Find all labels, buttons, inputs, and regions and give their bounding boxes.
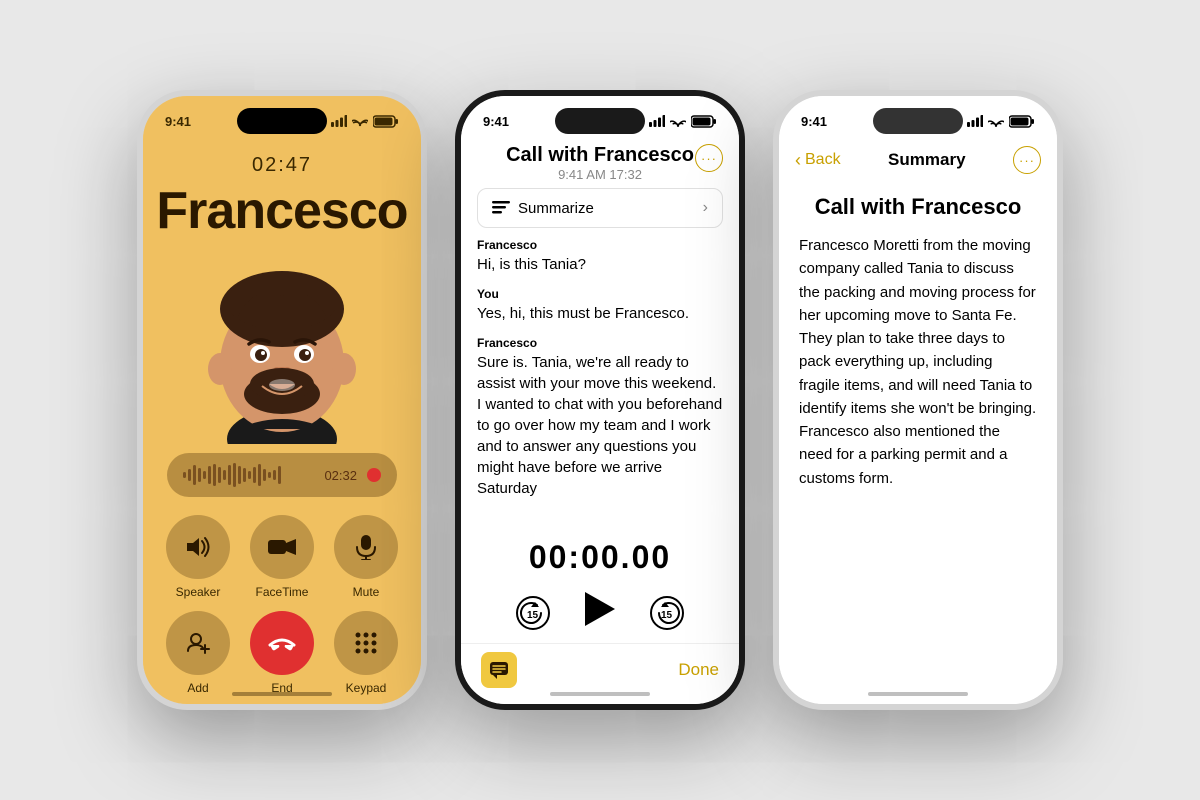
mute-label: Mute [353, 585, 380, 599]
summarize-label: Summarize [492, 200, 594, 217]
rewind-button[interactable]: 15 [513, 593, 553, 633]
call-timer: 02:47 [252, 154, 312, 177]
controls-row-1: Speaker FaceTime [166, 515, 398, 599]
memoji-svg [197, 254, 367, 444]
facetime-icon [250, 515, 314, 579]
status-time-2: 9:41 [483, 114, 509, 129]
speaker-text-2: Sure is. Tania, we're all ready to assis… [477, 352, 723, 499]
transcript-icon-button[interactable] [481, 652, 517, 688]
add-button[interactable]: Add [166, 611, 230, 695]
svg-text:15: 15 [527, 610, 539, 621]
summarize-bar[interactable]: Summarize › [477, 188, 723, 228]
add-label: Add [187, 681, 208, 695]
waveform-bar: 02:32 [167, 453, 397, 497]
transcript-title: Call with Francesco [506, 144, 694, 167]
status-icons-1 [331, 115, 399, 128]
keypad-label: Keypad [346, 681, 387, 695]
battery-icon-1 [373, 115, 399, 128]
dynamic-island-1 [237, 108, 327, 134]
playback-timer: 00:00.00 [529, 539, 671, 576]
phone-1: 9:41 [137, 90, 427, 710]
phone-3: 9:41 [773, 90, 1063, 710]
phone2-content: 9:41 [461, 96, 739, 704]
playback-area: 00:00.00 15 [461, 523, 739, 643]
speaker-text-0: Hi, is this Tania? [477, 254, 723, 275]
rec-dot [367, 468, 381, 482]
battery-icon-3 [1009, 115, 1035, 128]
phone3-content: 9:41 [779, 96, 1057, 704]
speaker-button[interactable]: Speaker [166, 515, 230, 599]
done-button[interactable]: Done [678, 660, 719, 680]
speaker-icon [166, 515, 230, 579]
back-button[interactable]: ‹ Back [795, 150, 841, 171]
controls-row-2: Add End [166, 611, 398, 695]
playback-controls: 15 15 [513, 590, 687, 635]
status-time-3: 9:41 [801, 114, 827, 129]
summarize-arrow: › [703, 199, 708, 217]
end-call-icon [250, 611, 314, 675]
rec-time: 02:32 [324, 468, 357, 483]
forward-button[interactable]: 15 [647, 593, 687, 633]
phone1-content: 9:41 [143, 96, 421, 704]
svg-text:15: 15 [661, 610, 673, 621]
dynamic-island-2 [555, 108, 645, 134]
mute-button[interactable]: Mute [334, 515, 398, 599]
back-label: Back [805, 151, 841, 169]
summary-nav-title: Summary [888, 150, 965, 170]
keypad-button[interactable]: Keypad [334, 611, 398, 695]
transcript-block-1: You Yes, hi, this must be Francesco. [477, 287, 723, 324]
keypad-icon [334, 611, 398, 675]
transcript-block-0: Francesco Hi, is this Tania? [477, 238, 723, 275]
status-time-1: 9:41 [165, 114, 191, 129]
speaker-name-0: Francesco [477, 238, 723, 252]
end-call-button[interactable]: End [250, 611, 314, 695]
wifi-icon-3 [988, 115, 1004, 127]
home-indicator-2 [550, 692, 650, 696]
status-icons-2 [649, 115, 717, 128]
mute-icon [334, 515, 398, 579]
waveform-visual [183, 463, 314, 487]
home-indicator-3 [868, 692, 968, 696]
phones-container: 9:41 [137, 90, 1063, 710]
status-icons-3 [967, 115, 1035, 128]
wifi-icon-1 [352, 115, 368, 127]
signal-icon-3 [967, 115, 983, 127]
summary-more-button[interactable]: ··· [1013, 146, 1041, 174]
signal-icon-2 [649, 115, 665, 127]
battery-icon-2 [691, 115, 717, 128]
summary-call-title: Call with Francesco [799, 194, 1037, 220]
back-chevron-icon: ‹ [795, 150, 801, 171]
speaker-name-1: You [477, 287, 723, 301]
wifi-icon-2 [670, 115, 686, 127]
speaker-text-1: Yes, hi, this must be Francesco. [477, 303, 723, 324]
transcript-scroll: Francesco Hi, is this Tania? You Yes, hi… [461, 238, 739, 523]
speaker-label: Speaker [176, 585, 221, 599]
phone-2: 9:41 [455, 90, 745, 710]
caller-name: Francesco [156, 181, 407, 241]
speaker-name-2: Francesco [477, 336, 723, 350]
facetime-button[interactable]: FaceTime [250, 515, 314, 599]
signal-icon-1 [331, 115, 347, 127]
facetime-label: FaceTime [256, 585, 309, 599]
summarize-icon [492, 201, 510, 215]
memoji-container [192, 249, 372, 449]
dynamic-island-3 [873, 108, 963, 134]
transcript-subtitle: 9:41 AM 17:32 [506, 167, 694, 182]
home-indicator-1 [232, 692, 332, 696]
summary-content: Call with Francesco Francesco Moretti fr… [779, 184, 1057, 500]
summary-text: Francesco Moretti from the moving compan… [799, 234, 1037, 490]
add-icon [166, 611, 230, 675]
play-button[interactable] [583, 590, 617, 635]
chat-icon [489, 661, 509, 679]
more-options-button[interactable]: ··· [695, 144, 723, 172]
transcript-block-2: Francesco Sure is. Tania, we're all read… [477, 336, 723, 499]
